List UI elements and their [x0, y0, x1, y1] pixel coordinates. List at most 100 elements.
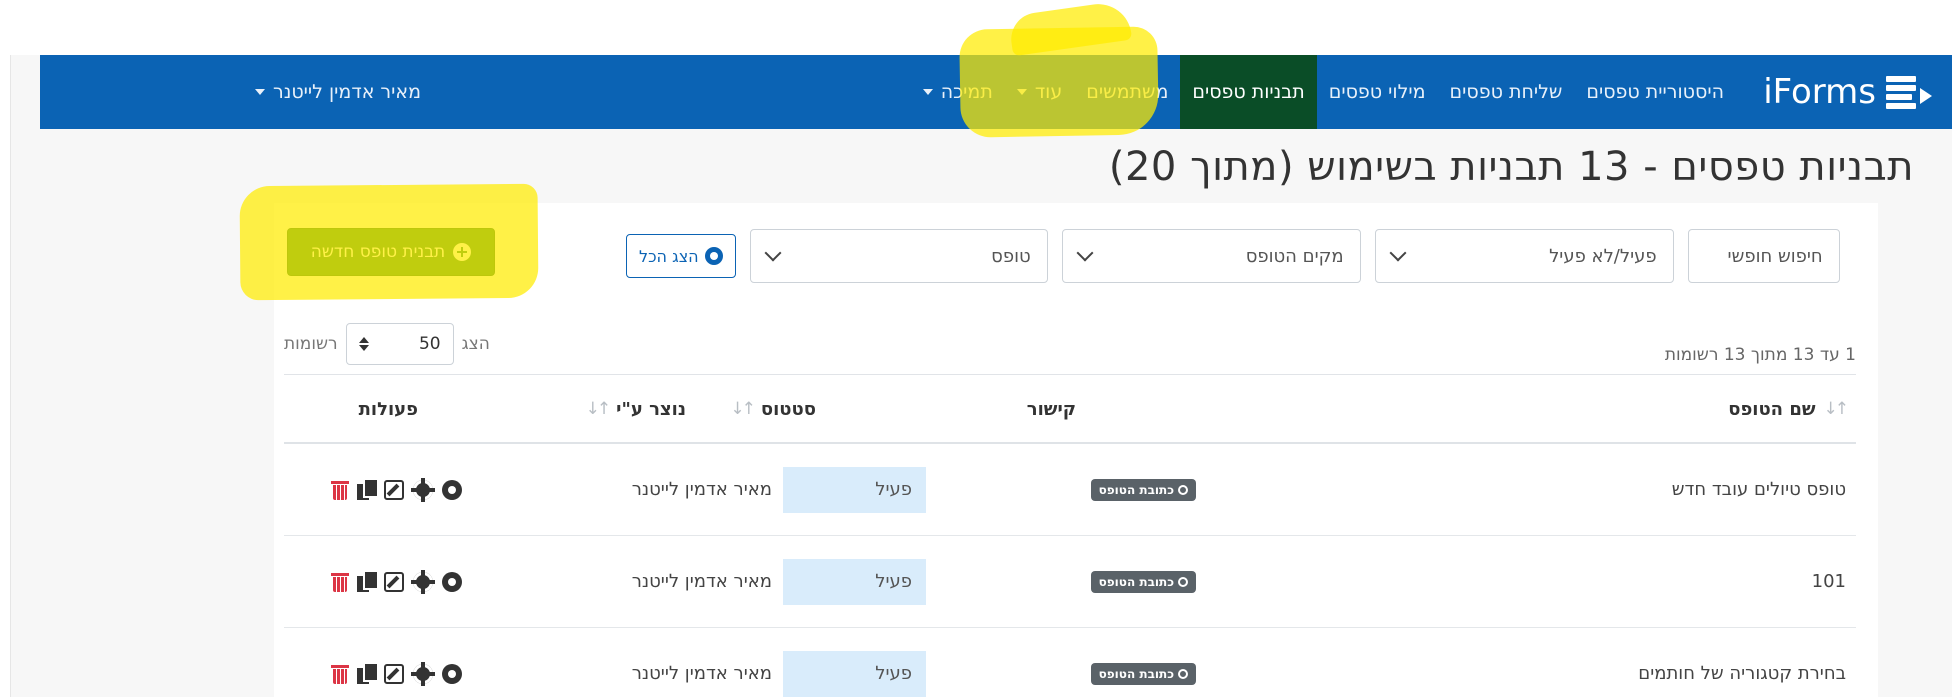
- cell-status: פעיל: [783, 536, 926, 627]
- caret-down-icon: [1016, 89, 1027, 95]
- trash-icon[interactable]: [331, 664, 349, 684]
- nav-item-support[interactable]: תמיכה: [911, 55, 1005, 129]
- nav-item-users[interactable]: משתמשים: [1074, 55, 1180, 129]
- table-row: 101 כתובת הטופס פעיל מאיר אדמין לייטנר: [284, 536, 1856, 628]
- cell-created-by: מאיר אדמין לייטנר: [631, 571, 772, 592]
- brand-name: iForms: [1763, 72, 1876, 112]
- cell-form-name: בחירת קטגוריה של חותמים: [1638, 663, 1846, 684]
- page-length-select[interactable]: 50: [345, 323, 454, 365]
- form-link-badge[interactable]: כתובת הטופס: [1090, 478, 1196, 501]
- gear-icon[interactable]: [411, 477, 435, 502]
- chevron-down-icon: [764, 244, 782, 262]
- nav-menu: היסטוריית טפסים שליחת טפסים מילוי טפסים …: [911, 55, 1736, 129]
- highlight-mark: [1007, 0, 1133, 57]
- user-menu[interactable]: מאיר אדמין לייטנר: [255, 55, 421, 129]
- eye-icon: [704, 247, 723, 265]
- header-actions: פעולות: [359, 375, 418, 443]
- cell-form-name: 101: [1811, 571, 1846, 592]
- form-select-value: טופס: [991, 245, 1031, 267]
- page: iForms היסטוריית טפסים שליחת טפסים מילוי…: [0, 0, 1952, 697]
- nav-item-form-history[interactable]: היסטוריית טפסים: [1574, 55, 1736, 129]
- header-label: סטטוס: [760, 398, 816, 420]
- header-label: שם הטופס: [1728, 398, 1816, 420]
- form-creator-select-value: מקים הטופס: [1245, 245, 1344, 267]
- header-label: קישור: [1026, 398, 1076, 420]
- eye-icon[interactable]: [442, 571, 462, 592]
- edit-icon[interactable]: [384, 663, 404, 684]
- document-arrow-icon: [1886, 72, 1932, 112]
- sort-updown-icon: [358, 337, 369, 351]
- link-icon: [1178, 668, 1188, 679]
- nav-item-label: שליחת טפסים: [1449, 81, 1563, 103]
- form-link-badge[interactable]: כתובת הטופס: [1090, 662, 1196, 685]
- header-form-name[interactable]: ↑↓ שם הטופס: [1728, 375, 1849, 443]
- gear-icon[interactable]: [411, 661, 435, 686]
- row-actions: [331, 661, 462, 686]
- nav-item-fill-forms[interactable]: מילוי טפסים: [1317, 55, 1438, 129]
- brand-logo[interactable]: iForms: [1763, 65, 1932, 119]
- plus-circle-icon: [453, 243, 472, 261]
- cell-actions: [331, 444, 462, 535]
- chevron-down-icon: [1389, 244, 1407, 262]
- caret-down-icon: [922, 89, 933, 95]
- nav-item-label: משתמשים: [1086, 81, 1169, 103]
- copy-icon[interactable]: [357, 479, 377, 500]
- form-select[interactable]: טופס: [749, 229, 1048, 283]
- trash-icon[interactable]: [331, 572, 349, 592]
- templates-table: ↑↓ שם הטופס קישור סטטוס ↑↓ נוצר ע"י ↑↓ פ…: [284, 374, 1856, 697]
- form-creator-select[interactable]: מקים הטופס: [1061, 229, 1361, 283]
- header-status[interactable]: סטטוס ↑↓: [730, 375, 816, 443]
- page-length-value: 50: [418, 334, 441, 354]
- length-prefix: הצג: [461, 334, 490, 354]
- chevron-down-icon: [1076, 244, 1094, 262]
- free-search-input[interactable]: חיפוש חופשי: [1687, 229, 1840, 283]
- link-icon: [1178, 576, 1188, 587]
- header-created-by[interactable]: נוצר ע"י ↑↓: [586, 375, 686, 443]
- eye-icon[interactable]: [442, 663, 462, 684]
- cell-actions: [331, 628, 462, 697]
- nav-item-label: תבניות טפסים: [1192, 81, 1305, 103]
- header-label: נוצר ע"י: [616, 398, 686, 420]
- copy-icon[interactable]: [357, 663, 377, 684]
- cell-link: כתובת הטופס: [1090, 536, 1196, 627]
- status-badge: פעיל: [783, 650, 926, 697]
- row-actions: [331, 569, 462, 594]
- length-suffix: רשומות: [284, 334, 338, 354]
- sort-icon: ↑↓: [1823, 399, 1849, 419]
- cell-link: כתובת הטופס: [1090, 628, 1196, 697]
- cell-link: כתובת הטופס: [1090, 444, 1196, 535]
- copy-icon[interactable]: [357, 571, 377, 592]
- cell-status: פעיל: [783, 444, 926, 535]
- edit-icon[interactable]: [384, 479, 404, 500]
- show-all-label: הצג הכל: [639, 246, 699, 266]
- show-all-button[interactable]: הצג הכל: [626, 234, 736, 278]
- table-info: 1 עד 13 מתוך 13 רשומות: [1664, 345, 1856, 365]
- eye-icon[interactable]: [442, 479, 462, 500]
- status-badge: פעיל: [783, 558, 926, 605]
- nav-item-more[interactable]: עוד: [1005, 55, 1074, 129]
- status-badge: פעיל: [783, 466, 926, 513]
- header-label: פעולות: [358, 398, 418, 420]
- sort-icon: ↑↓: [730, 399, 755, 419]
- form-link-badge[interactable]: כתובת הטופס: [1090, 570, 1196, 593]
- nav-item-send-forms[interactable]: שליחת טפסים: [1438, 55, 1575, 129]
- header-link: קישור: [1027, 375, 1076, 443]
- page-title: תבניות טפסים - 13 תבניות בשימוש (מתוך 20…: [1108, 144, 1914, 190]
- nav-item-form-templates[interactable]: תבניות טפסים: [1180, 55, 1317, 129]
- table-row: טופס טיולים עובד חדש כתובת הטופס פעיל מא…: [284, 444, 1856, 536]
- table-header: ↑↓ שם הטופס קישור סטטוס ↑↓ נוצר ע"י ↑↓ פ…: [284, 374, 1856, 444]
- cell-actions: [331, 536, 462, 627]
- cell-status: פעיל: [783, 628, 926, 697]
- cell-form-name: טופס טיולים עובד חדש: [1671, 479, 1846, 500]
- sort-icon: ↑↓: [585, 399, 611, 419]
- nav-item-label: היסטוריית טפסים: [1586, 81, 1724, 103]
- gear-icon[interactable]: [411, 569, 435, 594]
- status-select[interactable]: פעיל/לא פעיל: [1374, 229, 1674, 283]
- new-template-button[interactable]: תבנית טופס חדשה: [287, 228, 495, 276]
- nav-item-label: מילוי טפסים: [1328, 81, 1426, 103]
- page-length-control: הצג 50 רשומות: [284, 323, 490, 365]
- trash-icon[interactable]: [331, 480, 349, 500]
- badge-label: כתובת הטופס: [1098, 482, 1174, 497]
- edit-icon[interactable]: [384, 571, 404, 592]
- cell-created-by: מאיר אדמין לייטנר: [631, 479, 772, 500]
